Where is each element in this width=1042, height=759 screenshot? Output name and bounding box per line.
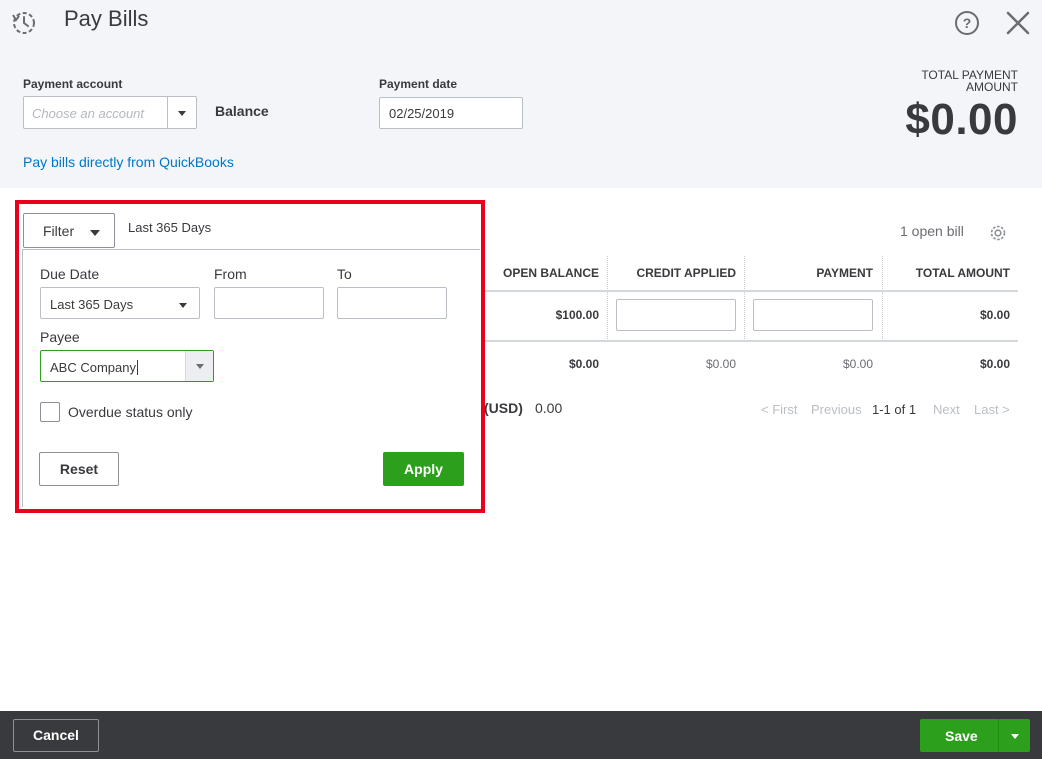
column-divider (607, 256, 608, 341)
open-bill-count: 1 open bill (900, 223, 964, 239)
currency-label: (USD) (484, 400, 523, 416)
help-icon[interactable]: ? (954, 10, 980, 36)
header-panel: Pay Bills ? Payment account Choose an ac… (0, 0, 1042, 188)
gear-icon[interactable] (987, 222, 1009, 244)
total-total-amount: $0.00 (979, 357, 1010, 371)
totals-divider (484, 340, 1018, 342)
footer-bar: Cancel Save (0, 711, 1042, 759)
chevron-down-icon (1010, 733, 1019, 739)
cancel-button[interactable]: Cancel (13, 719, 99, 752)
save-options-dropdown[interactable] (999, 719, 1030, 752)
save-button[interactable]: Save (920, 719, 1030, 752)
column-divider (744, 256, 745, 341)
header-divider (484, 290, 1018, 292)
payment-date-input[interactable]: 02/25/2019 (379, 97, 523, 129)
payment-account-label: Payment account (23, 77, 123, 91)
column-divider (882, 256, 883, 341)
payment-account-placeholder: Choose an account (32, 106, 145, 121)
pager-first[interactable]: < First (761, 402, 797, 417)
chevron-down-icon (178, 110, 186, 116)
col-open-balance[interactable]: OPEN BALANCE (484, 266, 599, 280)
total-payment-amount: $0.00 (905, 95, 1018, 144)
close-icon[interactable] (1004, 9, 1032, 37)
history-icon[interactable] (10, 8, 38, 36)
col-credit-applied[interactable]: CREDIT APPLIED (610, 266, 736, 280)
col-payment[interactable]: PAYMENT (748, 266, 873, 280)
page-title: Pay Bills (64, 6, 149, 31)
total-open-balance: $0.00 (568, 357, 599, 371)
total-payment: $0.00 (842, 357, 873, 371)
svg-text:?: ? (963, 15, 972, 31)
pager-previous[interactable]: Previous (811, 402, 862, 417)
total-payment-label: TOTAL PAYMENT AMOUNT (921, 68, 1018, 94)
currency-total: 0.00 (535, 400, 563, 416)
payment-account-select[interactable]: Choose an account (23, 96, 197, 129)
pager-next[interactable]: Next (933, 402, 960, 417)
payment-account-dropdown-button[interactable] (167, 97, 196, 128)
row-open-balance: $100.00 (555, 308, 599, 322)
row-total-amount: $0.00 (979, 308, 1010, 322)
balance-label: Balance (215, 103, 269, 119)
pager-last[interactable]: Last > (974, 402, 1010, 417)
save-button-label: Save (945, 728, 978, 744)
highlight-box (15, 200, 485, 513)
pager-range: 1-1 of 1 (872, 402, 917, 417)
col-total-amount[interactable]: TOTAL AMOUNT (885, 266, 1010, 280)
pay-bills-quickbooks-link[interactable]: Pay bills directly from QuickBooks (23, 154, 234, 170)
payment-input[interactable] (753, 299, 873, 331)
total-credit-applied: $0.00 (705, 357, 736, 371)
payment-date-label: Payment date (379, 77, 458, 91)
credit-applied-input[interactable] (616, 299, 736, 331)
